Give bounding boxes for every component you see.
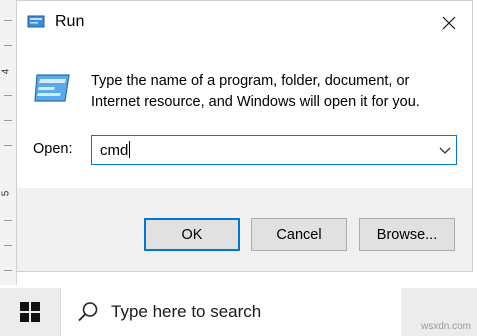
cancel-button[interactable]: Cancel — [251, 218, 347, 251]
open-combobox[interactable]: cmd — [91, 135, 457, 165]
side-ruler: 4 5 — [0, 0, 17, 285]
close-icon — [442, 16, 456, 30]
text-caret — [129, 141, 131, 158]
ruler-tick — [4, 120, 12, 121]
search-placeholder: Type here to search — [111, 302, 262, 321]
run-program-icon — [34, 74, 70, 102]
browse-button[interactable]: Browse... — [359, 218, 455, 251]
ok-button[interactable]: OK — [144, 218, 240, 251]
open-input[interactable]: cmd — [100, 141, 131, 159]
dialog-description: Type the name of a program, folder, docu… — [91, 73, 420, 110]
ruler-tick — [4, 95, 12, 96]
open-input-value: cmd — [100, 142, 129, 159]
ruler-tick — [4, 45, 12, 46]
windows-logo-icon — [20, 302, 40, 322]
ruler-tick — [4, 270, 12, 271]
run-app-icon — [27, 15, 45, 28]
close-button[interactable] — [426, 1, 472, 45]
search-icon — [78, 302, 98, 322]
ruler-tick — [4, 20, 12, 21]
dialog-title: Run — [55, 13, 85, 30]
ruler-tick — [4, 145, 12, 146]
ruler-tick — [4, 245, 12, 246]
watermark: wsxdn.com — [420, 321, 471, 332]
taskbar-search-box[interactable]: Type here to search — [60, 288, 401, 336]
ruler-mark-4: 4 — [0, 68, 12, 75]
ruler-tick — [4, 220, 12, 221]
chevron-down-icon[interactable] — [438, 142, 452, 158]
run-dialog: Run Type the name of a program, folder, … — [16, 0, 473, 272]
start-button[interactable] — [0, 288, 60, 336]
open-label: Open: — [33, 141, 73, 157]
taskbar: Type here to search wsxdn.com — [0, 288, 477, 336]
title-bar[interactable]: Run — [17, 1, 472, 45]
dialog-footer: OK Cancel Browse... — [17, 188, 472, 271]
ruler-mark-5: 5 — [0, 190, 12, 197]
